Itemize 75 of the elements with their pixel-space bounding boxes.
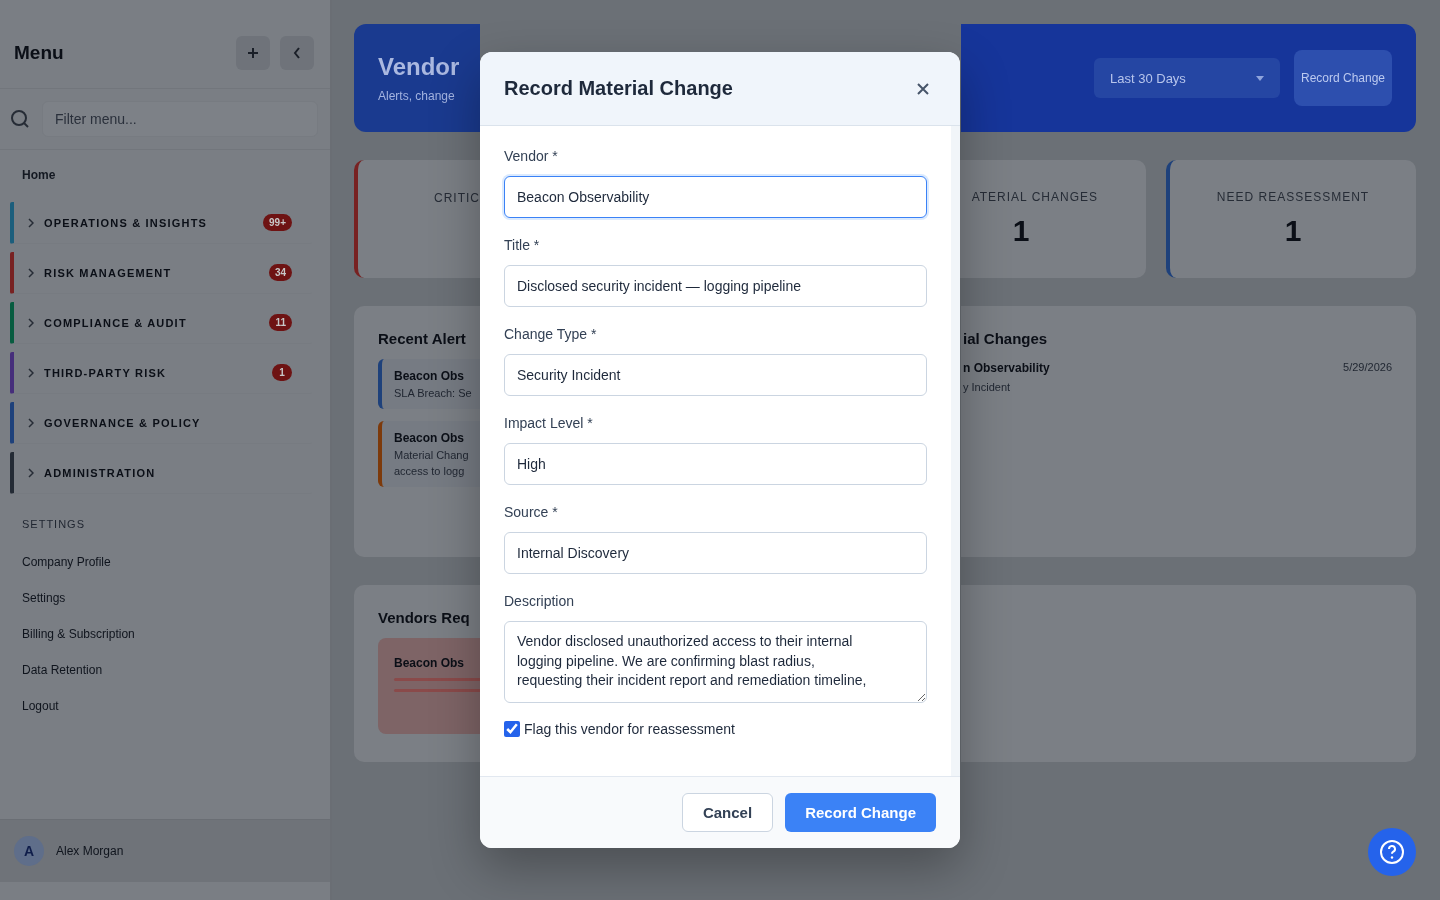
field-label: Source * <box>504 504 558 520</box>
input-field[interactable]: Disclosed security incident — logging pipeline <box>504 265 927 307</box>
count-badge: 11 <box>269 314 292 331</box>
section-heading: SETTINGS <box>21 517 86 532</box>
alert-text: SLA Breach: Se <box>394 387 472 399</box>
nav-group[interactable]: OPERATIONS & INSIGHTS 99+ <box>10 202 312 244</box>
nav-group[interactable]: RISK MANAGEMENT 34 <box>10 252 312 294</box>
close-icon <box>916 81 930 96</box>
change-date: 5/29/2026 <box>1343 361 1392 373</box>
checkbox-label: Flag this vendor for reassessment <box>524 721 735 737</box>
settings-link[interactable]: Billing & Subscription <box>10 616 147 652</box>
page-title: Vendor <box>378 53 460 81</box>
submit-button[interactable]: Record Change <box>785 793 936 832</box>
count-badge: 1 <box>272 364 292 381</box>
cancel-button[interactable]: Cancel <box>681 793 774 832</box>
vendor-name: Beacon Obs <box>394 656 465 670</box>
description-field[interactable]: Vendor disclosed unauthorized access to their internal logging pipeline. We are confirming blast radius, requesting their incident report and remediation timeline, <box>504 621 927 703</box>
nav-group[interactable]: ADMINISTRATION <box>10 452 312 494</box>
stat-label: NEED REASSESSMENT <box>1216 190 1370 204</box>
field-label: Change Type * <box>504 326 597 342</box>
date-range-select[interactable]: Last 30 Days <box>1094 58 1280 98</box>
stat-value: 1 <box>1284 214 1302 248</box>
home-link[interactable]: Home <box>10 168 68 202</box>
record-change-button[interactable]: Record Change <box>1294 50 1392 106</box>
chevron-right-icon <box>28 367 34 378</box>
chevron-right-icon <box>28 317 34 328</box>
help-button[interactable] <box>1368 828 1416 876</box>
checkbox[interactable] <box>504 721 520 737</box>
settings-link[interactable]: Company Profile <box>10 544 123 580</box>
alert-text: Material Chang <box>394 449 469 461</box>
sidebar-title: Menu <box>14 42 64 64</box>
vendor-item[interactable]: Beacon Obs <box>378 638 480 734</box>
alert-text: access to logg <box>394 465 465 477</box>
change-type: y Incident <box>963 381 1011 393</box>
plus-icon <box>247 47 259 59</box>
input-field[interactable]: Beacon Observability <box>504 176 927 218</box>
settings-link[interactable]: Settings <box>10 580 78 616</box>
count-badge: 99+ <box>263 214 292 231</box>
chevron-right-icon <box>28 267 34 278</box>
caret-icon <box>1256 75 1264 81</box>
field-label: Impact Level * <box>504 415 593 431</box>
chevron-right-icon <box>28 467 34 478</box>
field-label: Vendor * <box>504 148 558 164</box>
page-subtitle: Alerts, change <box>378 89 455 103</box>
chevron-right-icon <box>28 217 34 228</box>
settings-link[interactable]: Data Retention <box>10 652 115 688</box>
nav-group[interactable]: GOVERNANCE & POLICY <box>10 402 312 444</box>
modal-title: Record Material Change <box>504 77 733 100</box>
change-vendor: n Observability <box>963 361 1050 375</box>
field-label: Description <box>504 593 575 609</box>
settings-link[interactable]: Logout <box>10 688 71 724</box>
chevron-right-icon <box>28 417 34 428</box>
alert-vendor: Beacon Obs <box>394 369 465 383</box>
input-field[interactable]: Security Incident <box>504 354 927 396</box>
nav-group[interactable]: COMPLIANCE & AUDIT 11 <box>10 302 312 344</box>
field-label: Title * <box>504 237 540 253</box>
stat-value: 1 <box>1012 214 1030 248</box>
help-icon <box>1379 839 1405 865</box>
input-field[interactable]: High <box>504 443 927 485</box>
user-name: Alex Morgan <box>56 844 124 858</box>
input-field[interactable]: Internal Discovery <box>504 532 927 574</box>
panel-title: ial Changes <box>963 330 1048 347</box>
search-icon <box>10 109 30 129</box>
chevron-left-icon <box>293 47 301 59</box>
stat-label: CRITIC <box>434 191 480 205</box>
alert-item[interactable]: Beacon Obs SLA Breach: Se <box>378 359 480 409</box>
stat-label: ATERIAL CHANGES <box>971 190 1098 204</box>
user-avatar: A <box>14 836 44 866</box>
add-button[interactable] <box>236 36 270 70</box>
panel-title: Vendors Req <box>378 609 470 626</box>
nav-group[interactable]: THIRD-PARTY RISK 1 <box>10 352 312 394</box>
count-badge: 34 <box>268 264 292 281</box>
panel-title: Recent Alert <box>378 330 466 347</box>
alert-vendor: Beacon Obs <box>394 431 465 445</box>
alert-item[interactable]: Beacon Obs Material Chang access to logg <box>378 421 480 487</box>
